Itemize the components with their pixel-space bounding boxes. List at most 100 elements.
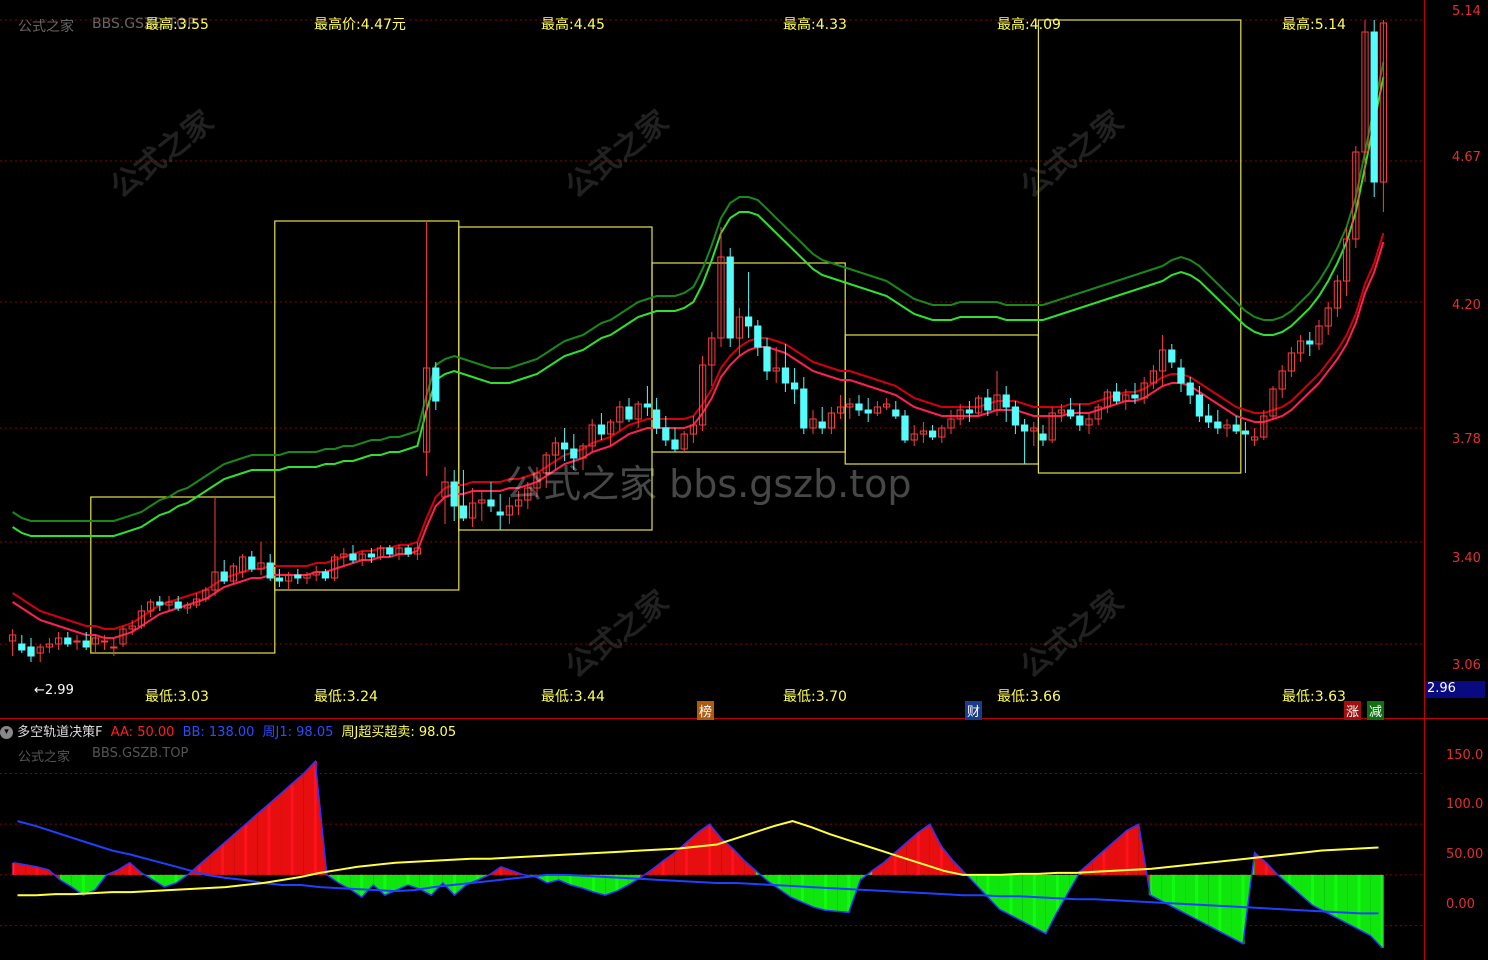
box3-low: 最低:3.44 — [541, 689, 605, 705]
indicator-watermark: 公式之家 — [18, 750, 71, 765]
box6-high: 最高:5.14 — [1282, 17, 1346, 33]
osc-area-up — [280, 783, 293, 875]
osc-area-down — [1289, 874, 1302, 896]
osc-area-down — [1347, 874, 1360, 930]
candle-down — [1112, 391, 1121, 402]
indicator-watermark-url: BBS.GSZB.TOP — [92, 746, 189, 761]
price-tick-514: 5.14 — [1452, 4, 1481, 19]
marker-zhang[interactable]: 涨 — [1344, 701, 1362, 720]
candle-down — [560, 442, 569, 450]
indicator-zhouj1: 周J1: 98.05 — [262, 725, 334, 740]
candle-down — [1186, 382, 1194, 396]
osc-area-down — [338, 874, 351, 890]
candle-down — [275, 577, 284, 582]
candle-down — [432, 367, 440, 402]
marker-bang[interactable]: 榜 — [697, 701, 715, 720]
osc-area-up — [257, 803, 269, 875]
candle-down — [625, 406, 633, 420]
osc-area-up — [883, 852, 896, 875]
consolidation-box — [274, 220, 460, 591]
candle-down — [27, 646, 35, 657]
candle-down — [965, 409, 974, 414]
osc-area-down — [1335, 874, 1348, 924]
price-tick-378: 3.78 — [1452, 432, 1481, 447]
osc-area-down — [1011, 874, 1023, 922]
indicator-zhouj: 周J超买超卖: 98.05 — [341, 725, 457, 740]
candle-down — [459, 505, 468, 519]
candle-down — [671, 439, 679, 450]
indicator-aa: AA: 50.00 — [110, 725, 175, 740]
osc-area-up — [686, 832, 698, 875]
osc-area-up — [199, 854, 211, 875]
candle-down — [726, 256, 734, 339]
osc-area-up — [222, 834, 235, 875]
candle-down — [800, 388, 808, 429]
osc-area-down — [1231, 874, 1244, 944]
candle-down — [266, 562, 274, 579]
candle-down — [367, 553, 376, 558]
osc-area-down — [1022, 874, 1035, 928]
candle-down — [1306, 340, 1314, 345]
candle-down — [1039, 433, 1047, 441]
price-tick-340: 3.40 — [1452, 551, 1481, 566]
candle-down — [928, 430, 937, 438]
box2-high: 最高价:4.47元 — [314, 17, 406, 33]
indicator-title[interactable]: 多空轨道决策F — [17, 725, 102, 740]
candle-down — [597, 424, 606, 435]
candle-down — [818, 421, 826, 429]
candle-up — [73, 640, 81, 643]
candle-down — [1177, 367, 1185, 384]
osc-area-down — [813, 874, 826, 911]
osc-area-down — [1359, 874, 1371, 936]
candle-down — [1370, 31, 1378, 183]
candle-down — [487, 499, 495, 507]
candle-down — [1076, 415, 1084, 426]
candle-up — [110, 646, 118, 649]
candle-down — [1131, 394, 1139, 399]
candle-down — [652, 409, 661, 429]
price-tick-467: 4.67 — [1452, 150, 1481, 165]
osc-area-up — [732, 848, 745, 875]
box5-low: 最低:3.66 — [997, 689, 1061, 705]
watermark-center: 公式之家 bbs.gszb.top — [505, 462, 912, 506]
kline-chart-window[interactable]: 公式之家 BBS.GSZB.TOP 公式之家 bbs.gszb.top 公式之家… — [0, 0, 1488, 960]
candle-down — [643, 403, 652, 408]
box2-low: 最低:3.24 — [314, 689, 378, 705]
candle-down — [18, 643, 26, 651]
osc-area-up — [906, 832, 919, 875]
candle-down — [1214, 421, 1222, 429]
candle-down — [1168, 349, 1176, 363]
candle-down — [1002, 394, 1010, 408]
box3-high: 最高:4.45 — [541, 17, 605, 33]
box4-high: 最高:4.33 — [783, 17, 847, 33]
candle-down — [1020, 424, 1029, 432]
box5-high: 最高:4.09 — [997, 17, 1061, 33]
candle-down — [781, 367, 790, 384]
current-price-badge: 2.96 — [1425, 681, 1485, 698]
candle-down — [744, 316, 753, 327]
candle-down — [855, 403, 863, 411]
osc-area-down — [1045, 874, 1058, 934]
price-tick-306: 3.06 — [1452, 658, 1481, 673]
candle-down — [496, 511, 504, 516]
osc-area-up — [268, 793, 281, 875]
candle-down — [248, 556, 256, 570]
candle-down — [1232, 424, 1240, 432]
osc-area-down — [71, 874, 84, 896]
marker-jian[interactable]: 减 — [1367, 701, 1385, 720]
candle-down — [790, 382, 799, 390]
box1-high: 最高:3.55 — [145, 17, 209, 33]
osc-area-down — [1034, 874, 1046, 934]
osc-area-down — [837, 874, 849, 913]
candle-down — [1241, 430, 1250, 435]
box1-low: 最低:3.03 — [145, 689, 209, 705]
box6-low: 最低:3.63 — [1282, 689, 1346, 705]
osc-area-down — [825, 874, 838, 912]
candle-down — [662, 427, 670, 441]
marker-cai[interactable]: 财 — [965, 701, 983, 720]
watermark-top: 公式之家 — [18, 19, 74, 35]
osc-tick-0: 0.00 — [1446, 897, 1475, 912]
collapse-icon[interactable]: ▾ — [0, 726, 13, 739]
osc-area-down — [1185, 874, 1197, 920]
candle-down — [1204, 415, 1213, 423]
